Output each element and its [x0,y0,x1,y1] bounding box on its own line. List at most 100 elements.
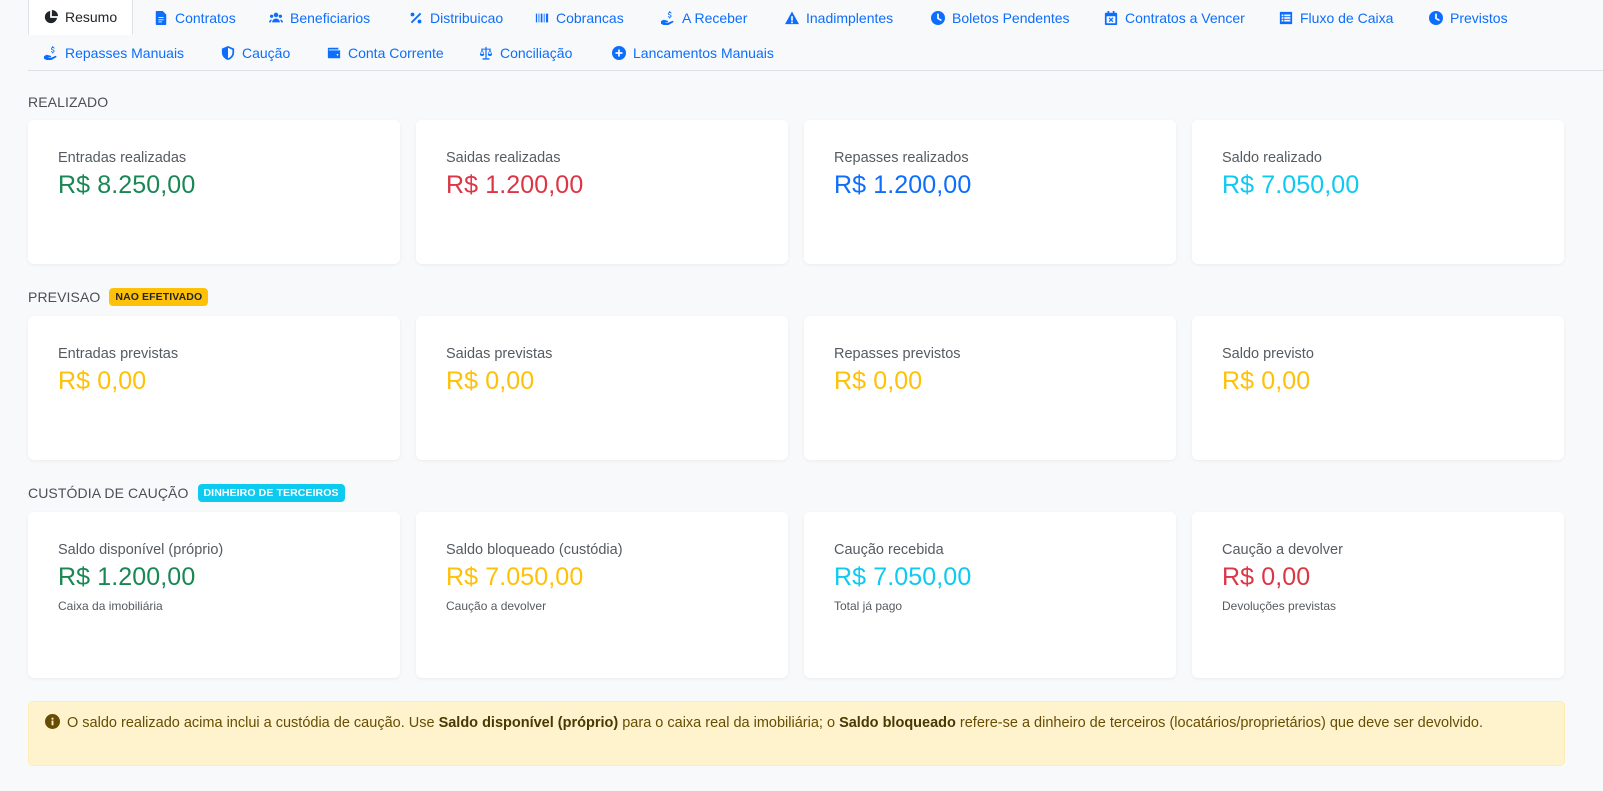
calendar-x-icon [1104,11,1118,25]
card-label: Saidas previstas [446,346,553,362]
tab-label: Resumo [65,9,118,25]
card-value: R$ 0,00 [446,367,535,395]
card-label: Saidas realizadas [446,150,561,166]
hand-holding-dollar-icon [661,11,675,25]
card-value: R$ 0,00 [1222,367,1311,395]
tab-contratos-a-vencer[interactable]: Contratos a Vencer [1104,0,1245,36]
card-subtext: Total já pago [834,599,903,613]
card-label: Entradas previstas [58,346,179,362]
realizado-cards: Entradas realizadas R$ 8.250,00 Saidas r… [28,120,1564,264]
tab-label: Fluxo de Caixa [1300,10,1394,26]
custodia-cards: Saldo disponível (próprio) R$ 1.200,00 C… [28,512,1564,678]
card-value: R$ 8.250,00 [58,171,196,199]
tab-cobrancas[interactable]: Cobrancas [535,0,624,36]
card-label: Caução a devolver [1222,542,1343,558]
tab-repasses-manuais[interactable]: Repasses Manuais [44,35,184,71]
shield-icon [221,46,235,60]
barcode-icon [535,11,549,25]
tab-inadimplentes[interactable]: Inadimplentes [785,0,893,36]
tab-label: Caução [242,45,291,61]
tab-label: Boletos Pendentes [952,10,1070,26]
tab-distribuicao[interactable]: Distribuicao [409,0,503,36]
alert-text: para o caixa real da imobiliária; o [618,715,840,731]
section-title-realizado: REALIZADO [28,94,108,110]
section-title-text: REALIZADO [28,94,109,110]
info-alert: O saldo realizado acima inclui a custódi… [28,701,1565,766]
wallet-icon [327,46,341,60]
tab-label: Cobrancas [556,10,624,26]
warning-triangle-icon [785,11,799,25]
card-caucao-recebida: Caução recebida R$ 7.050,00 Total já pag… [804,512,1176,678]
alert-bold-saldo-bloqueado: Saldo bloqueado [839,715,956,731]
users-icon [269,11,283,25]
card-entradas-previstas: Entradas previstas R$ 0,00 [28,316,400,460]
tab-contratos[interactable]: Contratos [154,0,236,36]
tab-label: Lancamentos Manuais [633,45,774,61]
section-title-text: PREVISAO [28,289,101,305]
card-label: Caução recebida [834,542,944,558]
clock-icon [931,11,945,25]
section-title-previsao: PREVISAO NAO EFETIVADO [28,288,209,306]
card-label: Saldo bloqueado (custódia) [446,542,623,558]
card-repasses-previstos: Repasses previstos R$ 0,00 [804,316,1176,460]
card-saldo-previsto: Saldo previsto R$ 0,00 [1192,316,1564,460]
card-label: Repasses realizados [834,150,969,166]
file-contract-icon [154,11,168,25]
tab-beneficiarios[interactable]: Beneficiarios [269,0,370,36]
card-subtext: Caução a devolver [446,599,547,613]
section-title-text: CUSTÓDIA DE CAUÇÃO [28,485,189,501]
card-value: R$ 7.050,00 [446,563,584,591]
hand-holding-dollar-icon [44,46,58,60]
previsao-cards: Entradas previstas R$ 0,00 Saidas previs… [28,316,1564,460]
status-badge: NAO EFETIVADO [109,288,209,306]
card-saldo-realizado: Saldo realizado R$ 7.050,00 [1192,120,1564,264]
card-value: R$ 1.200,00 [58,563,196,591]
card-label: Repasses previstos [834,346,961,362]
tab-label: Previstos [1450,10,1508,26]
tab-lancamentos-manuais[interactable]: Lancamentos Manuais [612,35,774,71]
tab-label: Conta Corrente [348,45,444,61]
tab-a-receber[interactable]: A Receber [661,0,747,36]
tab-fluxo-de-caixa[interactable]: Fluxo de Caixa [1279,0,1393,36]
tab-label: Contratos a Vencer [1125,10,1245,26]
card-subtext: Devoluções previstas [1222,599,1337,613]
card-label: Entradas realizadas [58,150,187,166]
tab-resumo[interactable]: Resumo [28,0,134,35]
tab-bar: Resumo Contratos Beneficiarios Distribui… [28,0,1603,71]
list-alt-icon [1279,11,1293,25]
card-label: Saldo realizado [1222,150,1322,166]
chart-pie-icon [44,10,58,24]
card-saldo-disponivel: Saldo disponível (próprio) R$ 1.200,00 C… [28,512,400,678]
card-saldo-bloqueado: Saldo bloqueado (custódia) R$ 7.050,00 C… [416,512,788,678]
card-saidas-realizadas: Saidas realizadas R$ 1.200,00 [416,120,788,264]
card-caucao-a-devolver: Caução a devolver R$ 0,00 Devoluções pre… [1192,512,1564,678]
status-badge: DINHEIRO DE TERCEIROS [197,484,345,502]
page: Resumo Contratos Beneficiarios Distribui… [28,0,1603,766]
tab-label: Distribuicao [430,10,504,26]
tab-label: Conciliação [500,45,573,61]
section-title-custodia: CUSTÓDIA DE CAUÇÃO DINHEIRO DE TERCEIROS [28,484,345,502]
tab-label: Inadimplentes [806,10,894,26]
tab-caucao[interactable]: Caução [221,35,290,71]
card-subtext: Caixa da imobiliária [58,599,163,613]
card-entradas-realizadas: Entradas realizadas R$ 8.250,00 [28,120,400,264]
tab-conta-corrente[interactable]: Conta Corrente [327,35,444,71]
tab-conciliacao[interactable]: Conciliação [479,35,572,71]
card-value: R$ 0,00 [834,367,923,395]
card-saidas-previstas: Saidas previstas R$ 0,00 [416,316,788,460]
clock-icon [1429,11,1443,25]
tab-previstos[interactable]: Previstos [1429,0,1508,36]
tab-boletos-pendentes[interactable]: Boletos Pendentes [931,0,1070,36]
alert-text: O saldo realizado acima inclui a custódi… [67,715,439,731]
card-value: R$ 1.200,00 [834,171,972,199]
tab-label: A Receber [682,10,748,26]
tab-label: Contratos [175,10,236,26]
alert-bold-saldo-disponivel: Saldo disponível (próprio) [438,715,619,731]
info-circle-icon [45,714,60,729]
card-value: R$ 0,00 [1222,563,1311,591]
card-label: Saldo previsto [1222,346,1314,362]
tab-label: Beneficiarios [290,10,371,26]
scale-balanced-icon [479,46,493,60]
card-repasses-realizados: Repasses realizados R$ 1.200,00 [804,120,1176,264]
card-value: R$ 7.050,00 [1222,171,1360,199]
